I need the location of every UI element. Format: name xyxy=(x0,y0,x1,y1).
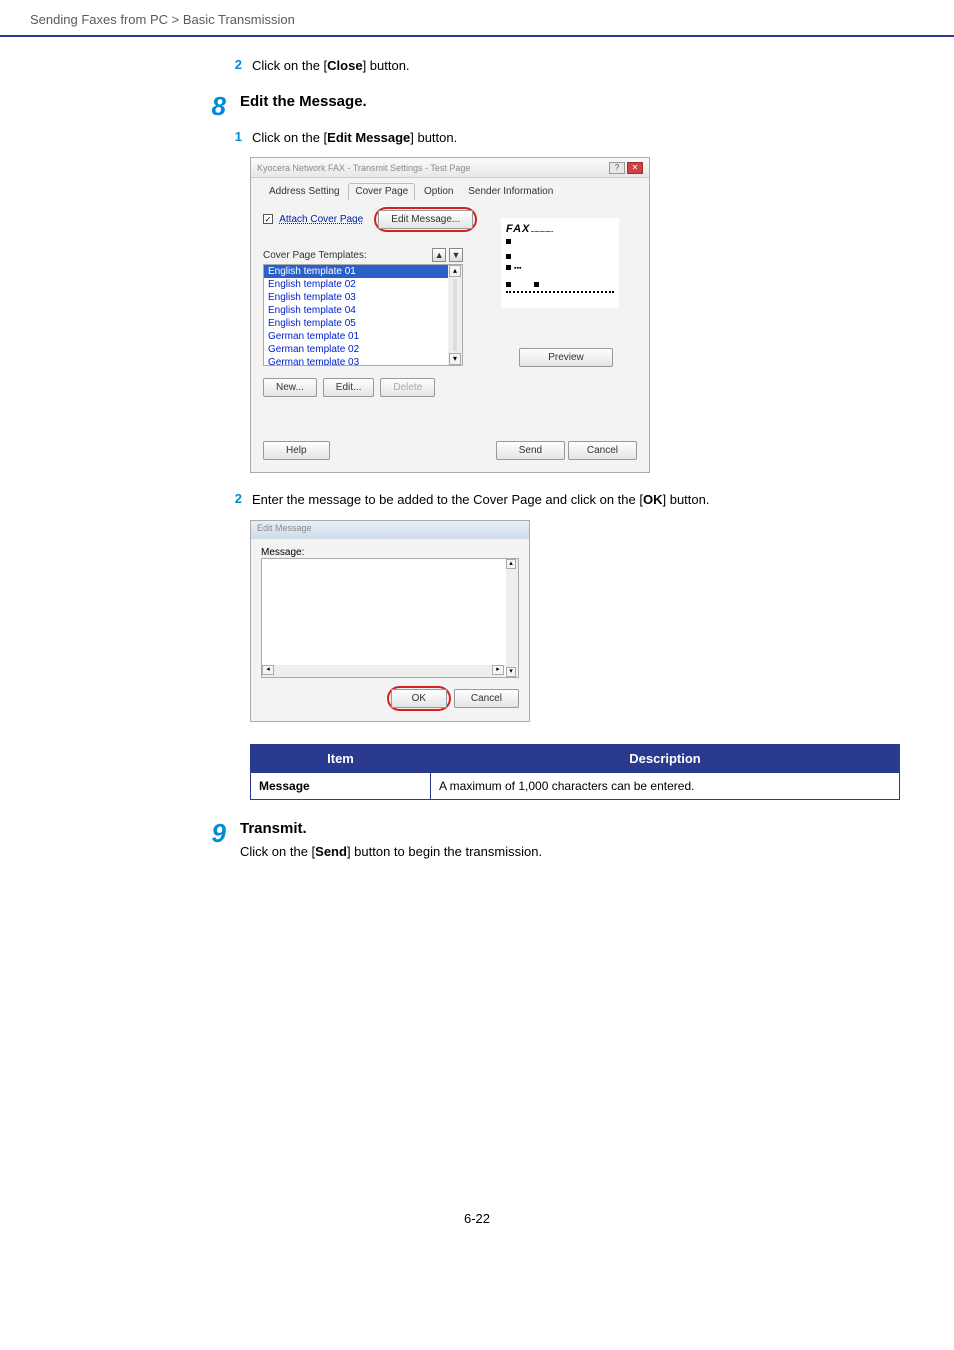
table-cell-description: A maximum of 1,000 characters can be ent… xyxy=(431,772,900,799)
breadcrumb: Sending Faxes from PC > Basic Transmissi… xyxy=(0,0,954,37)
page-number: 6-22 xyxy=(30,1211,924,1246)
table-row: Message A maximum of 1,000 characters ca… xyxy=(251,772,900,799)
substep-text: Click on the [Edit Message] button. xyxy=(252,129,457,147)
tab-address-setting[interactable]: Address Setting xyxy=(263,184,346,199)
list-item[interactable]: German template 02 xyxy=(264,343,462,356)
scrollbar[interactable]: ▴ ▾ xyxy=(506,559,518,677)
new-button[interactable]: New... xyxy=(263,378,317,397)
attach-cover-page-label: Attach Cover Page xyxy=(279,214,363,225)
step-9-body: Click on the [Send] button to begin the … xyxy=(240,843,542,861)
list-item[interactable]: English template 03 xyxy=(264,291,462,304)
edit-message-dialog: Edit Message Message: ▴ ▾ ◂ ▸ xyxy=(250,520,530,722)
cover-page-preview: FAX.................. ▪▪▪ xyxy=(501,218,619,308)
highlight-oval: OK xyxy=(387,686,451,711)
list-item[interactable]: German template 01 xyxy=(264,330,462,343)
scrollbar[interactable]: ◂ ▸ xyxy=(262,665,504,677)
table-cell-item: Message xyxy=(251,772,431,799)
scroll-left-icon[interactable]: ◂ xyxy=(262,665,274,675)
substep-text: Enter the message to be added to the Cov… xyxy=(252,491,709,509)
move-up-icon[interactable]: ▲ xyxy=(432,248,446,262)
window-help-icon[interactable]: ? xyxy=(609,162,625,174)
scroll-down-icon[interactable]: ▾ xyxy=(506,667,516,677)
help-button[interactable]: Help xyxy=(263,441,330,460)
list-item[interactable]: German template 03 xyxy=(264,356,462,366)
transmit-settings-dialog: Kyocera Network FAX - Transmit Settings … xyxy=(250,157,650,473)
step-number-9: 9 xyxy=(200,820,226,846)
tabs: Address Setting Cover Page Option Sender… xyxy=(263,186,637,197)
move-down-icon[interactable]: ▼ xyxy=(449,248,463,262)
scroll-up-icon[interactable]: ▴ xyxy=(449,265,461,277)
cancel-button[interactable]: Cancel xyxy=(568,441,637,460)
scrollbar[interactable]: ▴ ▾ xyxy=(448,265,462,365)
attach-cover-page-checkbox[interactable]: ✓ xyxy=(263,214,273,224)
step-title-9: Transmit. xyxy=(240,820,542,837)
send-button[interactable]: Send xyxy=(496,441,565,460)
list-item[interactable]: English template 04 xyxy=(264,304,462,317)
dialog-title: Edit Message xyxy=(251,521,529,539)
edit-message-button[interactable]: Edit Message... xyxy=(378,210,473,229)
list-item[interactable]: English template 01 xyxy=(264,265,462,278)
message-label: Message: xyxy=(261,547,519,558)
substep-number: 1 xyxy=(228,129,242,144)
ok-button[interactable]: OK xyxy=(391,689,447,708)
table-header-description: Description xyxy=(431,744,900,772)
templates-listbox[interactable]: English template 01 English template 02 … xyxy=(263,264,463,366)
step-title-8: Edit the Message. xyxy=(240,93,367,110)
cancel-button[interactable]: Cancel xyxy=(454,689,519,708)
dialog-title: Kyocera Network FAX - Transmit Settings … xyxy=(257,163,470,173)
scroll-down-icon[interactable]: ▾ xyxy=(449,353,461,365)
templates-label: Cover Page Templates: xyxy=(263,250,367,261)
preview-button[interactable]: Preview xyxy=(519,348,613,367)
close-icon[interactable]: ✕ xyxy=(627,162,643,174)
message-textarea[interactable]: ▴ ▾ ◂ ▸ xyxy=(261,558,519,678)
step-number-8: 8 xyxy=(200,93,226,119)
substep-text: Click on the [Close] button. xyxy=(252,57,410,75)
table-header-item: Item xyxy=(251,744,431,772)
description-table: Item Description Message A maximum of 1,… xyxy=(250,744,900,800)
delete-button[interactable]: Delete xyxy=(380,378,435,397)
list-item[interactable]: English template 05 xyxy=(264,317,462,330)
list-item[interactable]: English template 02 xyxy=(264,278,462,291)
scroll-up-icon[interactable]: ▴ xyxy=(506,559,516,569)
scroll-right-icon[interactable]: ▸ xyxy=(492,665,504,675)
tab-option[interactable]: Option xyxy=(418,184,459,199)
tab-sender-information[interactable]: Sender Information xyxy=(462,184,559,199)
tab-cover-page[interactable]: Cover Page xyxy=(348,183,415,200)
substep-number: 2 xyxy=(228,57,242,72)
edit-button[interactable]: Edit... xyxy=(323,378,375,397)
substep-number: 2 xyxy=(228,491,242,506)
highlight-oval: Edit Message... xyxy=(374,207,477,232)
